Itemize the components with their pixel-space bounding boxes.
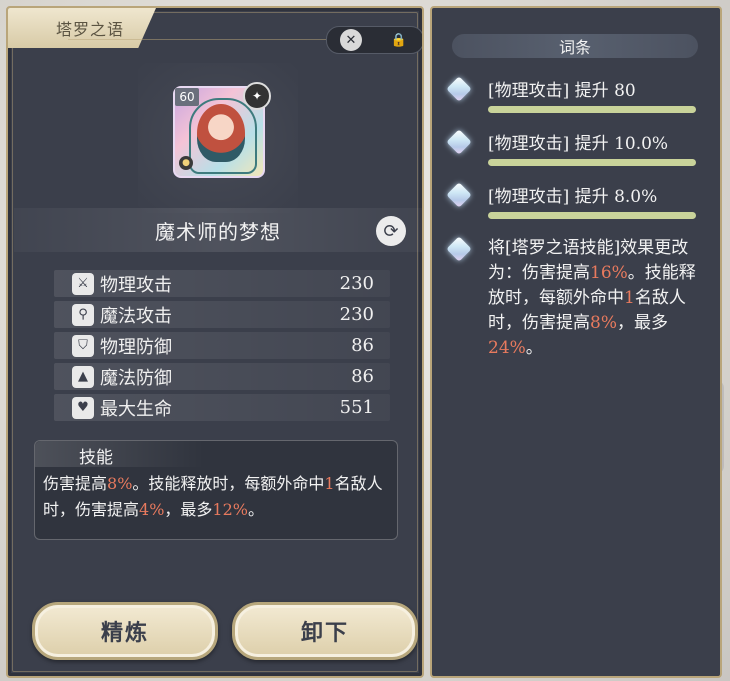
sword-icon: ⚔ [72,272,94,295]
affix-text: [物理攻击] 提升 8.0% [488,187,658,207]
description-text: 伤害提高 [43,474,108,493]
highlight-value: 8% [107,474,133,493]
stat-row: ⚔ 物理攻击 230 [54,270,390,297]
description-text: ，最多 [616,313,668,333]
highlight-value: 1 [624,288,635,308]
panel-title: 塔罗之语 [8,8,156,48]
stat-row: ♥ 最大生命 551 [54,394,390,421]
highlight-value: 1 [324,474,335,493]
card-art: 60 ● ✦ [173,82,271,178]
swap-icon[interactable]: ⟳ [376,216,406,246]
affix-header: 词条 [452,34,698,58]
stat-row: ▲ 魔法防御 86 [54,363,390,390]
equipment-detail-panel: 塔罗之语 ✕ 🔒 60 ● ✦ 魔术师的梦想 ⟳ ⚔ 物理攻击 230 ⚲ 魔法… [6,6,424,678]
stat-value: 230 [339,304,374,325]
stat-row: ⚲ 魔法攻击 230 [54,301,390,328]
discard-toggle-icon[interactable]: ✕ [340,29,362,51]
card-portrait [197,104,245,162]
highlight-value: 24% [488,338,526,358]
skill-title: 技能 [79,448,113,468]
highlight-value: 4% [139,500,165,519]
affix-bar [488,212,696,219]
diamond-icon [446,129,472,155]
stat-label: 魔法攻击 [100,305,172,327]
heart-icon: ♥ [72,396,94,419]
affix-bar [488,106,696,113]
stat-label: 最大生命 [100,398,172,420]
stat-value: 230 [339,273,374,294]
affix-text: [物理攻击] 提升 80 [488,81,636,101]
affix-bar [488,159,696,166]
diamond-icon [446,236,472,262]
stat-value: 86 [351,366,374,387]
witch-hat-icon: ▲ [72,365,94,388]
highlight-value: 12% [212,500,248,519]
lock-icon[interactable]: 🔒 [388,29,410,51]
card-name-bar: 魔术师的梦想 [14,208,422,252]
description-text: 。 [247,500,264,519]
stat-list: ⚔ 物理攻击 230 ⚲ 魔法攻击 230 ⛉ 物理防御 86 ▲ 魔法防御 8… [54,270,390,425]
shield-icon: ⛉ [72,334,94,357]
refine-button[interactable]: 精炼 [32,602,218,660]
stat-label: 魔法防御 [100,367,172,389]
affix-text: [物理攻击] 提升 10.0% [488,134,669,154]
special-affix-text: 将[塔罗之语技能]效果更改为：伤害提高16%。技能释放时，每额外命中1名敌人时，… [488,236,704,361]
skill-title-bar [35,441,205,467]
wand-icon: ⚲ [72,303,94,326]
small-lock-icon: ● [179,156,193,170]
skill-box: 技能 伤害提高8%。技能释放时，每额外命中1名敌人时，伤害提高4%，最多12%。 [34,440,398,540]
description-text: ，最多 [164,500,213,519]
stat-label: 物理防御 [100,336,172,358]
stat-value: 86 [351,335,374,356]
panel-controls: ✕ 🔒 [326,26,422,54]
diamond-icon [446,182,472,208]
description-text: 。 [525,338,543,358]
diamond-icon [446,76,472,102]
description-text: 。技能释放时，每额外命中 [132,474,325,493]
stat-value: 551 [339,397,374,418]
stat-row: ⛉ 物理防御 86 [54,332,390,359]
unequip-button[interactable]: 卸下 [232,602,418,660]
level-badge: 60 [175,88,199,106]
affix-panel: 词条 [物理攻击] 提升 80 [物理攻击] 提升 10.0% [物理攻击] 提… [430,6,722,678]
skill-description: 伤害提高8%。技能释放时，每额外命中1名敌人时，伤害提高4%，最多12%。 [43,471,387,523]
emblem-icon: ✦ [243,82,271,110]
stat-label: 物理攻击 [100,274,172,296]
title-divider [68,39,328,40]
card-name: 魔术师的梦想 [155,219,281,244]
highlight-value: 8% [590,313,617,333]
highlight-value: 16% [590,263,628,283]
